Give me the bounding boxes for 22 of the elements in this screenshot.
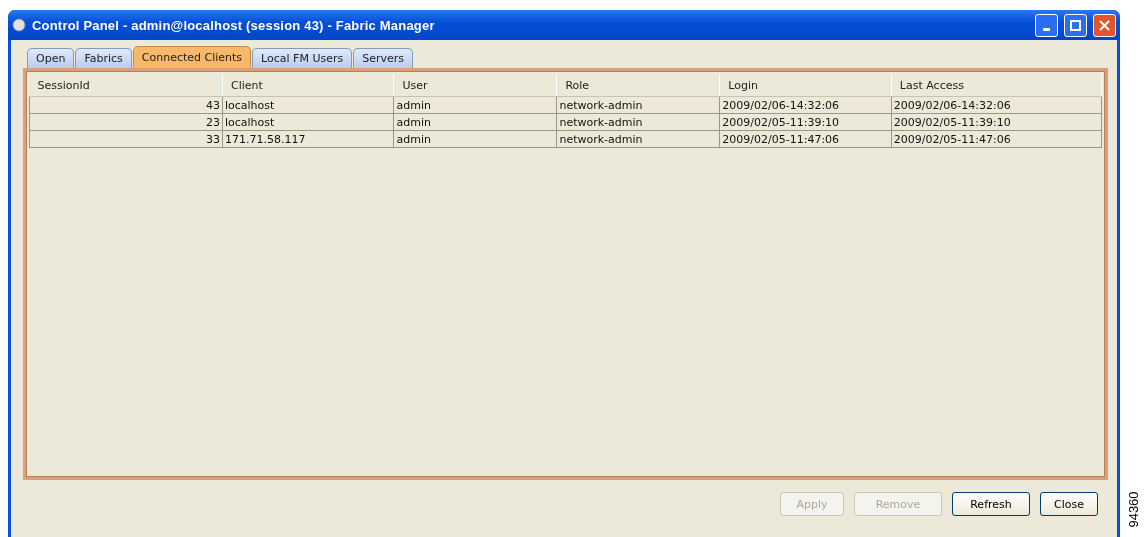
column-header[interactable]: Last Access xyxy=(891,74,1102,97)
column-header[interactable]: SessionId xyxy=(29,74,223,97)
dialog-button[interactable]: Close xyxy=(1040,492,1098,516)
column-header[interactable]: Login xyxy=(719,74,892,97)
tab[interactable]: Local FM Users xyxy=(252,48,353,68)
window-title: Control Panel - admin@localhost (session 43) - Fabric Manager xyxy=(32,17,436,33)
minimize-button[interactable] xyxy=(1035,13,1058,37)
close-icon xyxy=(1099,19,1110,31)
app-icon xyxy=(12,18,26,32)
minimize-icon xyxy=(1043,27,1050,31)
column-header[interactable]: Role xyxy=(556,74,720,97)
close-window-button[interactable] xyxy=(1093,13,1116,37)
figure-number: 94360 xyxy=(1125,491,1141,528)
tab[interactable]: Fabrics xyxy=(75,48,132,68)
dialog-button[interactable]: Refresh xyxy=(952,492,1030,516)
maximize-button[interactable] xyxy=(1064,13,1087,37)
tab[interactable]: Connected Clients xyxy=(132,46,252,68)
maximize-icon xyxy=(1070,19,1081,31)
tab[interactable]: Servers xyxy=(353,48,414,68)
column-header[interactable]: Client xyxy=(222,74,394,97)
tab[interactable]: Open xyxy=(27,48,75,68)
column-header[interactable]: User xyxy=(393,74,557,97)
